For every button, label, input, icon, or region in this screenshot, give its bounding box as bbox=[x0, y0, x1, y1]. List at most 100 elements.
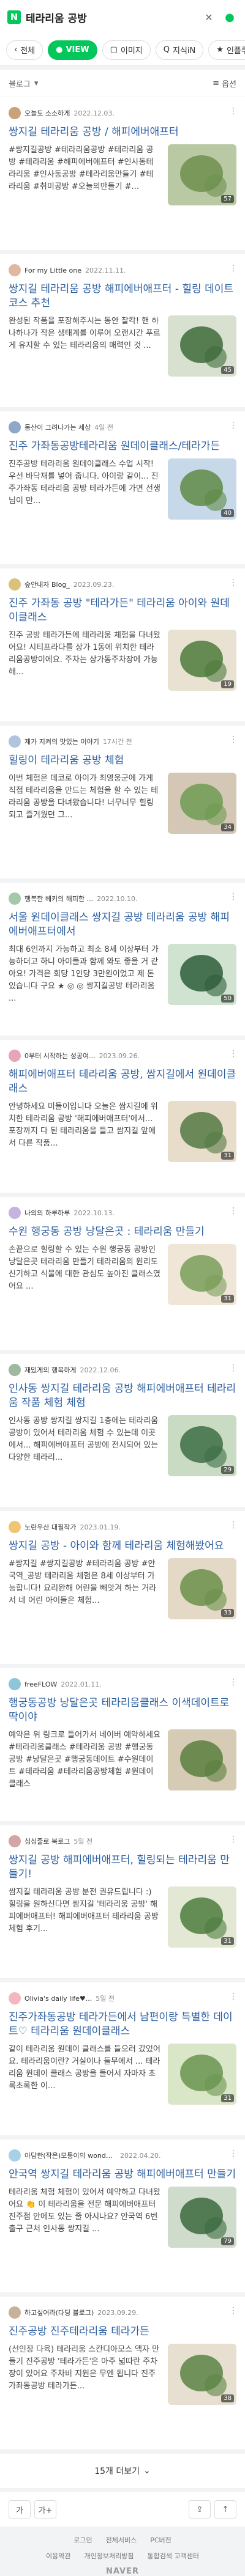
search-query[interactable]: 테라리움 공방 bbox=[26, 10, 196, 25]
post-author[interactable]: 제가 지켜의 맛있는 이야기 bbox=[24, 737, 99, 746]
post-thumbnail[interactable]: 50 bbox=[168, 944, 236, 1005]
footer-link[interactable]: 전체서비스 bbox=[106, 2535, 137, 2545]
post-title[interactable]: 쌍지길 테라리움 공방 / 해피에버애프터 bbox=[9, 125, 236, 139]
post-card[interactable]: 나의의 하루하루 2022.10.13. ⋮ 수원 행궁동 공방 낭달은곳 : … bbox=[0, 1197, 245, 1350]
post-thumbnail[interactable]: 31 bbox=[168, 1886, 236, 1948]
post-author[interactable]: 노란우산 대필작가 bbox=[24, 1522, 76, 1532]
more-options-icon[interactable]: ⋮ bbox=[229, 2149, 238, 2158]
post-author[interactable]: 아담한(작은)모퉁이의 wonder... bbox=[24, 2151, 116, 2160]
post-author[interactable]: For my Little one bbox=[24, 267, 81, 274]
post-card[interactable]: 숲안내자 Blog_ 2023.09.23. ⋮ 진주 가좌동 공방 "테라가든… bbox=[0, 569, 245, 721]
avatar[interactable] bbox=[9, 1992, 21, 2004]
post-card[interactable]: 재밌게의 행복하게 2022.12.06. ⋮ 인사동 쌍지길 테라리움 공방 … bbox=[0, 1354, 245, 1507]
avatar[interactable] bbox=[9, 107, 21, 119]
avatar[interactable] bbox=[9, 2306, 21, 2319]
post-thumbnail[interactable]: 29 bbox=[168, 1415, 236, 1476]
more-options-icon[interactable]: ⋮ bbox=[229, 1520, 238, 1530]
post-title[interactable]: 인사동 쌍지길 테라리움 공방 해피에버애프터 테라리움 작품 체험 체험 bbox=[9, 1382, 236, 1410]
post-title[interactable]: 진주 가좌동공방테라리움 원데이클래스/테라가든 bbox=[9, 440, 236, 454]
more-options-icon[interactable]: ⋮ bbox=[229, 1834, 238, 1844]
post-title[interactable]: 힐링이 테라리움 공방 체험 bbox=[9, 754, 236, 768]
post-title[interactable]: 쌍지길 테라리움 공방 해피에버애프터 - 힐링 데이트 코스 추천 bbox=[9, 282, 236, 311]
post-author[interactable]: 오늘도 소소하게 bbox=[24, 108, 70, 118]
more-options-icon[interactable]: ⋮ bbox=[229, 1363, 238, 1373]
post-title[interactable]: 수원 행궁동 공방 낭달은곳 : 테라리움 만들기 bbox=[9, 1225, 236, 1239]
post-title[interactable]: 해피에버애프터 테라리움 공방, 쌈지길에서 원데이클래스 bbox=[9, 1068, 236, 1096]
options-button[interactable]: ≡ 옵션 bbox=[213, 78, 236, 89]
avatar[interactable] bbox=[9, 735, 21, 748]
post-card[interactable]: 아담한(작은)모퉁이의 wonder... 2022.04.20. ⋮ 안국역 … bbox=[0, 2140, 245, 2292]
more-options-icon[interactable]: ⋮ bbox=[229, 1049, 238, 1059]
post-thumbnail[interactable]: 31 bbox=[168, 1101, 236, 1162]
footer-link[interactable]: 개인정보처리방침 bbox=[85, 2551, 134, 2561]
post-card[interactable]: 행복한 베키의 해피한 ... 2022.10.10. ⋮ 서울 원데이클래스 … bbox=[0, 883, 245, 1036]
post-author[interactable]: 재밌게의 행복하게 bbox=[24, 1365, 76, 1375]
footer-link[interactable]: 로그인 bbox=[74, 2535, 92, 2545]
post-thumbnail[interactable] bbox=[168, 1729, 236, 1790]
post-thumbnail[interactable]: 33 bbox=[168, 1558, 236, 1619]
post-card[interactable]: 동산이 그려나가는 세상 4일 전 ⋮ 진주 가좌동공방테라리움 원데이클래스/… bbox=[0, 411, 245, 564]
post-author[interactable]: 나의의 하루하루 bbox=[24, 1208, 70, 1218]
post-title[interactable]: 진주공방 진주테라리움 테라가든 bbox=[9, 2325, 236, 2339]
tab-1[interactable]: ● VIEW bbox=[48, 40, 97, 60]
post-thumbnail[interactable]: 57 bbox=[168, 144, 236, 205]
blog-filter-select[interactable]: 블로그 ▾ bbox=[9, 78, 38, 89]
avatar[interactable] bbox=[9, 421, 21, 433]
naver-logo[interactable]: N bbox=[7, 10, 21, 24]
scroll-top-icon[interactable]: ↑ bbox=[214, 2500, 236, 2519]
post-thumbnail[interactable]: 31 bbox=[168, 2044, 236, 2105]
post-card[interactable]: Olivia's daily life♥... 5일 전 ⋮ 진주가좌동공방 테… bbox=[0, 1982, 245, 2135]
post-author[interactable]: 행복한 베키의 해피한 ... bbox=[24, 894, 93, 903]
post-author[interactable]: 동산이 그려나가는 세상 bbox=[24, 422, 91, 432]
footer-link[interactable]: 이용약관 bbox=[46, 2551, 70, 2561]
post-title[interactable]: 쌍지길 공방 해피에버애프터, 힐링되는 테라리움 만들기! bbox=[9, 1853, 236, 1882]
post-card[interactable]: 하고싶어라(다딩 블로그) 2023.09.29. ⋮ 진주공방 진주테라리움 … bbox=[0, 2297, 245, 2449]
more-options-icon[interactable]: ⋮ bbox=[229, 1206, 238, 1216]
more-options-icon[interactable]: ⋮ bbox=[229, 892, 238, 902]
post-author[interactable]: Olivia's daily life♥... bbox=[24, 1995, 92, 2003]
avatar[interactable] bbox=[9, 1521, 21, 1533]
post-author[interactable]: 하고싶어라(다딩 블로그) bbox=[24, 2308, 94, 2317]
tab-3[interactable]: Q 지식iN bbox=[155, 40, 204, 60]
post-title[interactable]: 진주 가좌동 공방 "테라가든" 테라리움 아이와 원데이클래스 bbox=[9, 597, 236, 625]
more-options-icon[interactable]: ⋮ bbox=[229, 421, 238, 430]
tab-4[interactable]: ★인플루언서 bbox=[208, 40, 245, 60]
more-options-icon[interactable]: ⋮ bbox=[229, 2306, 238, 2316]
share-icon[interactable]: ⇪ bbox=[189, 2500, 211, 2519]
more-options-icon[interactable]: ⋮ bbox=[229, 735, 238, 745]
post-title[interactable]: 안국역 쌍지길 테라리움 공방 해피에버애프터 만들기 bbox=[9, 2168, 236, 2182]
footer-link[interactable]: 통합검색 고객센터 bbox=[147, 2551, 198, 2561]
post-author[interactable]: freeFLOW bbox=[24, 1680, 57, 1688]
avatar[interactable] bbox=[9, 1207, 21, 1219]
post-card[interactable]: 심심줄로 북로그 5일 전 ⋮ 쌍지길 공방 해피에버애프터, 힐링되는 테라리… bbox=[0, 1825, 245, 1978]
avatar[interactable] bbox=[9, 264, 21, 276]
post-thumbnail[interactable]: 40 bbox=[168, 458, 236, 520]
avatar[interactable] bbox=[9, 578, 21, 591]
post-thumbnail[interactable]: 79 bbox=[168, 2187, 236, 2248]
post-title[interactable]: 진주가좌동공방 테라가든에서 남편이랑 특별한 데이트♡ 테라리움 원데이클래스 bbox=[9, 2011, 236, 2039]
post-card[interactable]: freeFLOW 2022.01.11. ⋮ 행궁동공방 낭달은곳 테라리움클래… bbox=[0, 1668, 245, 1821]
post-thumbnail[interactable]: 38 bbox=[168, 2344, 236, 2405]
post-card[interactable]: 노란우산 대필작가 2023.01.19. ⋮ 쌍지길 공방 - 아이와 함께 … bbox=[0, 1511, 245, 1664]
post-thumbnail[interactable]: 45 bbox=[168, 315, 236, 377]
avatar[interactable] bbox=[9, 892, 21, 905]
post-card[interactable]: 오늘도 소소하게 2022.12.03. ⋮ 쌍지길 테라리움 공방 / 해피에… bbox=[0, 97, 245, 250]
close-icon[interactable]: ✕ bbox=[201, 9, 217, 25]
post-author[interactable]: 숲안내자 Blog_ bbox=[24, 580, 70, 589]
post-title[interactable]: 서울 원데이클래스 쌍지길 공방 테라리움 공방 해피에버애프터에서 bbox=[9, 911, 236, 939]
more-options-icon[interactable]: ⋮ bbox=[229, 1992, 238, 2001]
more-results-button[interactable]: 15개 더보기 ⌄ bbox=[0, 2454, 245, 2488]
post-thumbnail[interactable]: 31 bbox=[168, 1244, 236, 1305]
footer-link[interactable]: PC버전 bbox=[150, 2535, 172, 2545]
post-author[interactable]: 0부터 시작하는 성공여... bbox=[24, 1051, 96, 1061]
post-title[interactable]: 쌍지길 공방 - 아이와 함께 테라리움 체험해봤어요 bbox=[9, 1539, 236, 1553]
post-thumbnail[interactable]: 34 bbox=[168, 773, 236, 834]
post-card[interactable]: 제가 지켜의 맛있는 이야기 17시간 전 ⋮ 힐링이 테라리움 공방 체험 이… bbox=[0, 726, 245, 878]
avatar[interactable] bbox=[9, 1835, 21, 1847]
avatar[interactable] bbox=[9, 2149, 21, 2162]
more-options-icon[interactable]: ⋮ bbox=[229, 1677, 238, 1687]
avatar[interactable] bbox=[9, 1678, 21, 1690]
font-size-up-button[interactable]: 가+ bbox=[34, 2500, 56, 2519]
avatar[interactable] bbox=[9, 1050, 21, 1062]
post-card[interactable]: For my Little one 2022.11.11. ⋮ 쌍지길 테라리움… bbox=[0, 254, 245, 407]
